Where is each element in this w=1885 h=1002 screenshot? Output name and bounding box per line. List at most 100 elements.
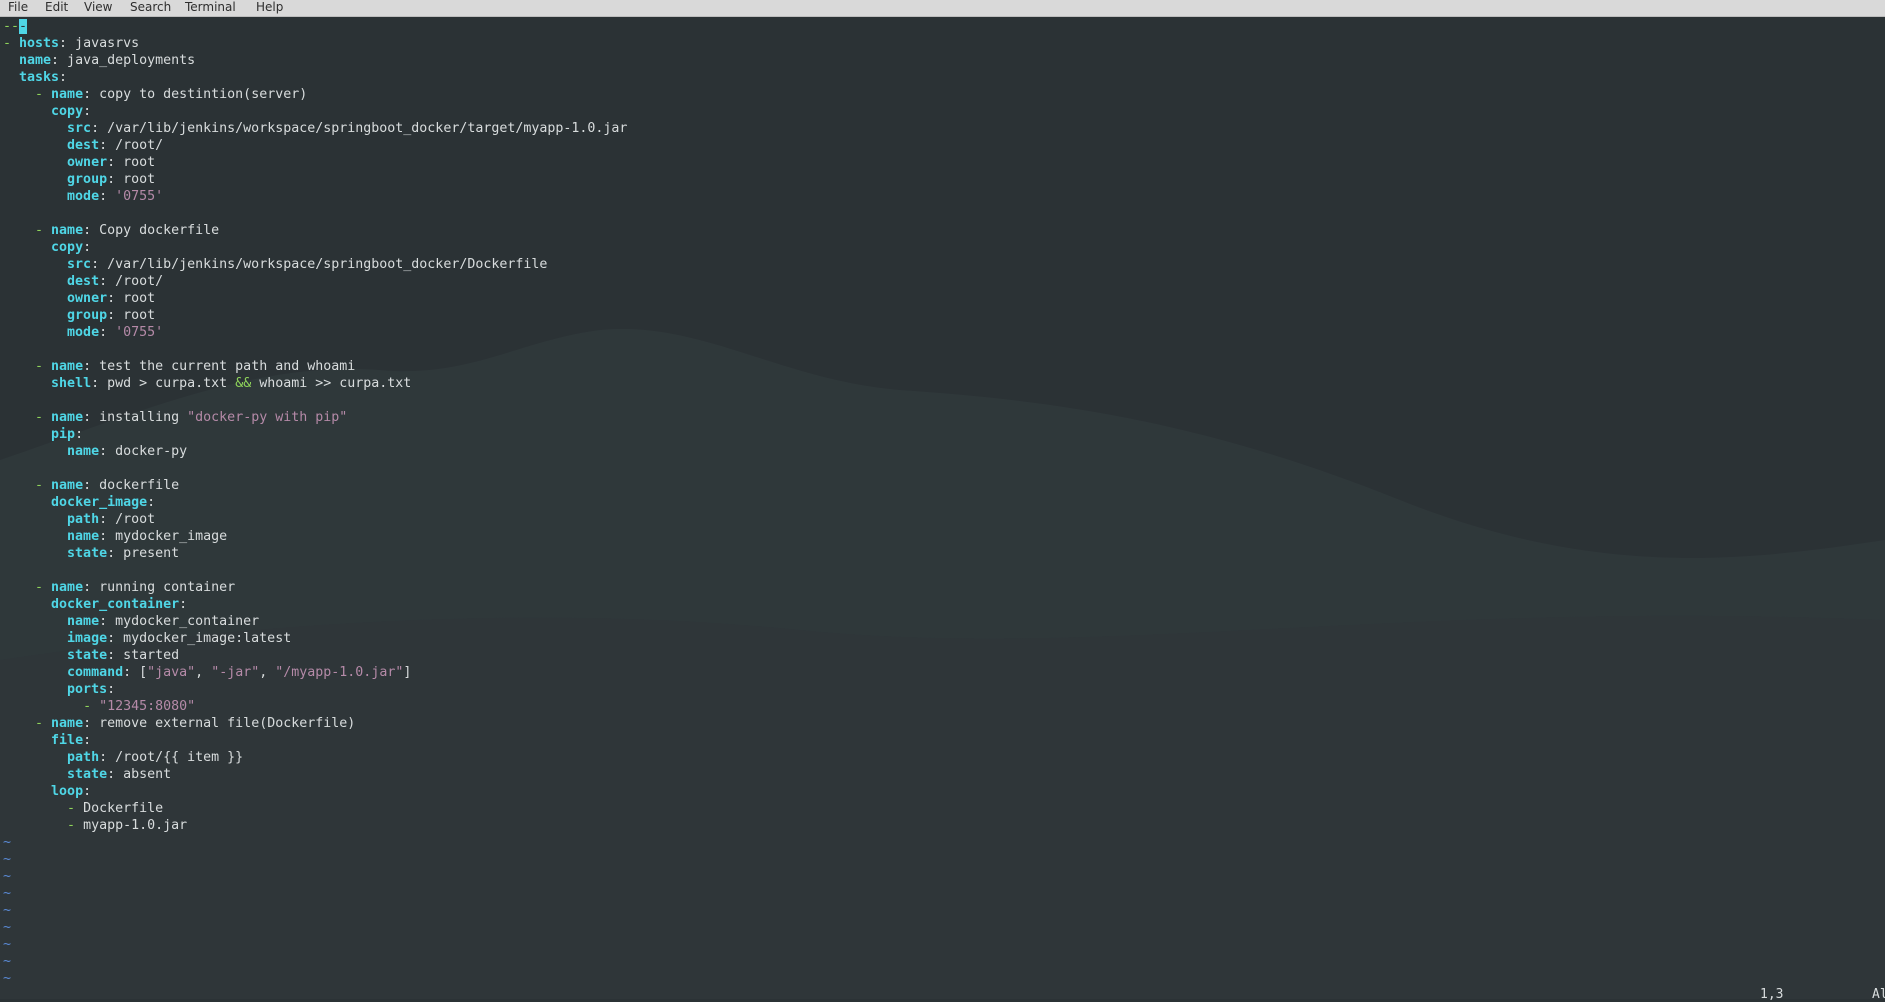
- empty-buffer-line: ~: [3, 885, 627, 902]
- yaml-key: name: [51, 716, 84, 731]
- menu-edit[interactable]: Edit: [45, 0, 68, 15]
- code-token: "12345:8080": [99, 699, 196, 714]
- code-token: :: [83, 733, 92, 748]
- code-token: ~: [3, 852, 12, 867]
- code-token: : root: [107, 291, 156, 306]
- code-token: -: [35, 359, 52, 374]
- code-token: : pwd > curpa.txt: [91, 376, 236, 391]
- code-token: &&: [235, 376, 252, 391]
- code-line: src: /var/lib/jenkins/workspace/springbo…: [3, 120, 627, 137]
- code-line: dest: /root/: [3, 137, 627, 154]
- yaml-key: src: [67, 257, 92, 272]
- yaml-key: command: [67, 665, 124, 680]
- code-line: - name: remove external file(Dockerfile): [3, 715, 627, 732]
- code-token: : java_deployments: [51, 53, 196, 68]
- text-cursor: -: [19, 19, 28, 34]
- code-token: : present: [107, 546, 180, 561]
- yaml-key: name: [51, 478, 84, 493]
- yaml-key: name: [67, 444, 100, 459]
- code-token: : absent: [107, 767, 172, 782]
- code-token: :: [83, 784, 92, 799]
- yaml-key: src: [67, 121, 92, 136]
- code-token: : copy to destintion(server): [83, 87, 308, 102]
- menu-file[interactable]: File: [8, 0, 28, 15]
- menu-view[interactable]: View: [84, 0, 112, 15]
- code-line: src: /var/lib/jenkins/workspace/springbo…: [3, 256, 627, 273]
- code-token: ~: [3, 869, 12, 884]
- code-token: : /root: [99, 512, 156, 527]
- code-token: '0755': [115, 189, 164, 204]
- code-token: whoami >> curpa.txt: [251, 376, 412, 391]
- code-line: - hosts: javasrvs: [3, 35, 627, 52]
- code-token: '0755': [115, 325, 164, 340]
- code-line: mode: '0755': [3, 324, 627, 341]
- code-line: path: /root/{{ item }}: [3, 749, 627, 766]
- code-line: copy:: [3, 103, 627, 120]
- yaml-key: dest: [67, 138, 100, 153]
- code-line: mode: '0755': [3, 188, 627, 205]
- code-line: pip:: [3, 426, 627, 443]
- vim-editor-buffer[interactable]: --- - hosts: javasrvs name: java_deployme…: [3, 18, 627, 987]
- empty-buffer-line: ~: [3, 834, 627, 851]
- code-line: state: present: [3, 545, 627, 562]
- yaml-key: path: [67, 512, 100, 527]
- cursor-position: 1,3: [1760, 987, 1784, 1002]
- code-token: : started: [107, 648, 180, 663]
- code-token: :: [75, 427, 84, 442]
- code-token: ]: [403, 665, 412, 680]
- code-token: -: [83, 699, 100, 714]
- code-line: - Dockerfile: [3, 800, 627, 817]
- empty-buffer-line: ~: [3, 868, 627, 885]
- code-token: ~: [3, 920, 12, 935]
- code-token: ~: [3, 835, 12, 850]
- code-token: myapp-1.0.jar: [83, 818, 188, 833]
- yaml-key: loop: [51, 784, 84, 799]
- menu-search[interactable]: Search: [130, 0, 171, 15]
- code-line: dest: /root/: [3, 273, 627, 290]
- code-token: : installing: [83, 410, 188, 425]
- code-token: : Copy dockerfile: [83, 223, 220, 238]
- code-line: owner: root: [3, 154, 627, 171]
- code-token: :: [179, 597, 188, 612]
- yaml-key: group: [67, 308, 108, 323]
- code-token: "java": [147, 665, 196, 680]
- code-line: name: docker-py: [3, 443, 627, 460]
- code-token: -: [67, 801, 84, 816]
- empty-buffer-line: ~: [3, 902, 627, 919]
- code-line: file:: [3, 732, 627, 749]
- yaml-key: mode: [67, 325, 100, 340]
- code-token: ~: [3, 903, 12, 918]
- yaml-key: name: [67, 614, 100, 629]
- code-line: - name: Copy dockerfile: [3, 222, 627, 239]
- menu-terminal[interactable]: Terminal: [185, 0, 236, 15]
- yaml-key: path: [67, 750, 100, 765]
- code-token: :: [99, 325, 116, 340]
- menu-help[interactable]: Help: [256, 0, 283, 15]
- code-line: name: mydocker_container: [3, 613, 627, 630]
- code-line: - name: dockerfile: [3, 477, 627, 494]
- code-token: : [: [123, 665, 148, 680]
- code-token: -: [67, 818, 84, 833]
